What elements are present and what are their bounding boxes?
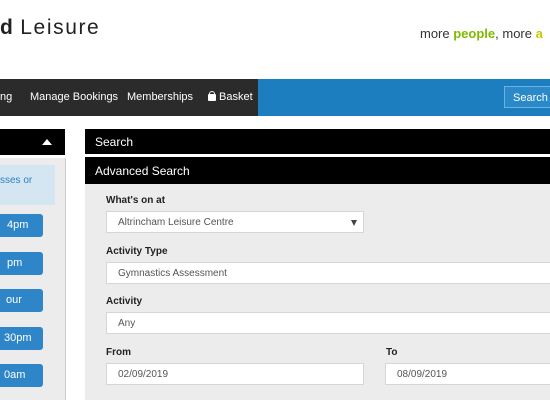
main-nav: ng Manage Bookings Memberships Basket Se… xyxy=(0,79,550,116)
left-panel-intro: sses or xyxy=(0,165,55,205)
activity-label: Activity xyxy=(106,296,143,307)
activity-type-label: Activity Type xyxy=(106,246,168,257)
tagline-end: a xyxy=(535,26,543,41)
tagline-suffix: , more xyxy=(495,26,536,41)
caret-down-icon xyxy=(351,220,357,226)
advanced-search-panel: What's on at Altrincham Leisure Centre A… xyxy=(85,184,550,400)
nav-item-basket[interactable]: Basket xyxy=(208,91,253,103)
nav-item-basket-label: Basket xyxy=(219,91,253,103)
to-date-label: To xyxy=(386,347,398,358)
tagline: more people, more a xyxy=(420,26,550,41)
time-slot-button[interactable]: our xyxy=(0,289,43,312)
basket-icon xyxy=(208,91,216,101)
left-panel-header[interactable] xyxy=(0,129,65,155)
nav-item-booking[interactable]: ng xyxy=(0,91,12,103)
time-slot-button[interactable]: 0am xyxy=(0,364,43,387)
whats-on-label: What's on at xyxy=(106,195,166,206)
search-button[interactable]: Search xyxy=(504,86,550,108)
venue-select[interactable]: Altrincham Leisure Centre xyxy=(106,211,364,233)
time-slot-button[interactable]: 30pm xyxy=(0,327,43,350)
brand-name-text: Leisure xyxy=(20,16,101,39)
brand-logo: d Leisure xyxy=(0,16,200,46)
from-date-label: From xyxy=(106,347,131,358)
venue-select-value: Altrincham Leisure Centre xyxy=(118,217,234,228)
chevron-up-icon[interactable] xyxy=(42,139,52,145)
nav-menu: ng Manage Bookings Memberships Basket xyxy=(0,79,258,116)
advanced-search-title[interactable]: Advanced Search xyxy=(85,157,550,184)
to-date-input[interactable]: 08/09/2019 xyxy=(385,363,550,385)
time-slot-button[interactable]: 4pm xyxy=(0,214,43,237)
brand-bold-text: d xyxy=(0,16,13,39)
search-section-title[interactable]: Search xyxy=(85,129,550,154)
activity-type-field[interactable]: Gymnastics Assessment xyxy=(106,262,550,284)
from-date-input[interactable]: 02/09/2019 xyxy=(106,363,364,385)
nav-item-manage-bookings[interactable]: Manage Bookings xyxy=(30,91,118,103)
activity-field[interactable]: Any xyxy=(106,312,550,334)
tagline-highlight: people xyxy=(453,26,496,41)
left-intro-line: sses or xyxy=(0,175,33,186)
nav-item-memberships[interactable]: Memberships xyxy=(127,91,193,103)
time-slot-button[interactable]: pm xyxy=(0,252,43,275)
tagline-prefix: more xyxy=(420,26,454,41)
